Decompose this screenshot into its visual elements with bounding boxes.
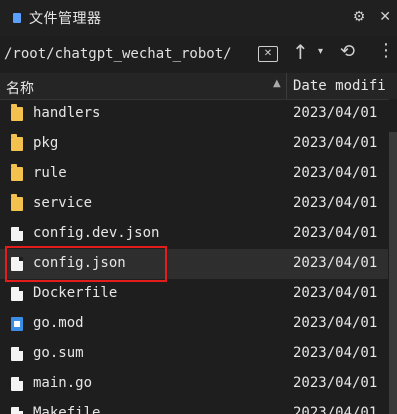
file-row[interactable]: config.json 2023/04/01 [0, 249, 388, 279]
column-separator[interactable] [286, 73, 287, 99]
column-header: 名称 ▲ Date modifi [0, 73, 397, 100]
file-icon [11, 257, 23, 271]
file-row[interactable]: main.go 2023/04/01 [0, 369, 388, 399]
file-name: pkg [33, 135, 59, 151]
file-date: 2023/04/01 [293, 375, 378, 391]
file-date: 2023/04/01 [293, 225, 378, 241]
path-input[interactable]: /root/chatgpt_wechat_robot/ ✕ [0, 40, 283, 68]
file-name: config.dev.json [33, 225, 160, 241]
dropdown-icon[interactable]: ▾ [318, 46, 323, 57]
scrollbar-thumb[interactable] [389, 132, 397, 414]
file-row[interactable]: go.mod 2023/04/01 [0, 309, 388, 339]
file-row[interactable]: Makefile 2023/04/01 [0, 399, 388, 414]
file-icon [11, 347, 23, 361]
up-arrow-icon[interactable]: ↑ [292, 40, 309, 64]
file-date: 2023/04/01 [293, 135, 378, 151]
file-date: 2023/04/01 [293, 165, 378, 181]
file-name: main.go [33, 375, 93, 391]
title-actions: ⚙ ✕ [353, 9, 391, 25]
file-row[interactable]: handlers 2023/04/01 [0, 99, 388, 129]
close-icon[interactable]: ✕ [379, 9, 391, 25]
sync-icon[interactable]: ⟲ [340, 41, 355, 62]
go-file-icon [11, 317, 23, 331]
file-date: 2023/04/01 [293, 285, 378, 301]
title-bar: 文件管理器 ⚙ ✕ [0, 0, 397, 36]
file-icon [11, 287, 23, 301]
file-name: Makefile [33, 405, 101, 414]
file-date: 2023/04/01 [293, 105, 378, 121]
file-name: handlers [33, 105, 101, 121]
folder-icon [11, 134, 23, 151]
file-name: Dockerfile [33, 285, 118, 301]
window-title: 文件管理器 [29, 11, 102, 27]
settings-icon[interactable]: ⚙ [353, 9, 366, 25]
file-name: config.json [33, 255, 126, 271]
sort-arrow-icon[interactable]: ▲ [273, 78, 281, 89]
file-name: service [33, 195, 93, 211]
file-row[interactable]: Dockerfile 2023/04/01 [0, 279, 388, 309]
file-row[interactable]: go.sum 2023/04/01 [0, 339, 388, 369]
clear-path-icon[interactable]: ✕ [258, 46, 278, 62]
path-bar: /root/chatgpt_wechat_robot/ ✕ [0, 36, 397, 72]
file-row[interactable]: rule 2023/04/01 [0, 159, 388, 189]
more-options-icon[interactable]: ⋮ [377, 40, 395, 61]
file-icon [11, 407, 23, 414]
file-icon [11, 227, 23, 241]
file-name: go.sum [33, 345, 84, 361]
column-date-header[interactable]: Date modifi [293, 78, 386, 94]
file-icon [11, 377, 23, 391]
folder-icon [11, 104, 23, 121]
file-name: go.mod [33, 315, 84, 331]
folder-icon [11, 194, 23, 211]
file-date: 2023/04/01 [293, 255, 378, 271]
app-icon [13, 13, 21, 23]
file-name: rule [33, 165, 67, 181]
file-list: handlers 2023/04/01 pkg 2023/04/01 rule 2023/… [0, 99, 397, 414]
file-row[interactable]: config.dev.json 2023/04/01 [0, 219, 388, 249]
folder-icon [11, 164, 23, 181]
file-date: 2023/04/01 [293, 345, 378, 361]
file-date: 2023/04/01 [293, 315, 378, 331]
file-row[interactable]: service 2023/04/01 [0, 189, 388, 219]
file-row[interactable]: pkg 2023/04/01 [0, 129, 388, 159]
file-date: 2023/04/01 [293, 195, 378, 211]
column-name-header[interactable]: 名称 [6, 78, 34, 98]
path-text[interactable]: /root/chatgpt_wechat_robot/ [4, 46, 232, 62]
file-date: 2023/04/01 [293, 405, 378, 414]
